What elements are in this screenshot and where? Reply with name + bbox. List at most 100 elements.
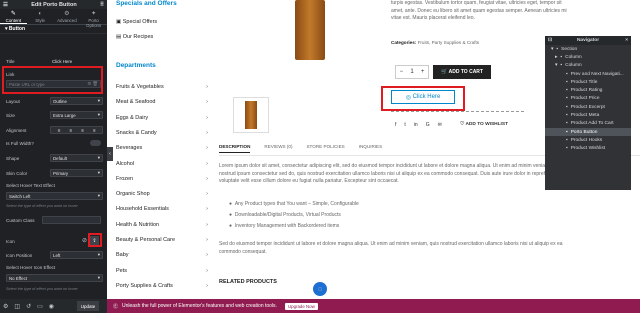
category-item[interactable]: Porty Supplies & Crafts › xyxy=(116,283,208,289)
share-icons[interactable]: f t in G ✉ xyxy=(395,122,442,128)
title-value[interactable]: Click Here xyxy=(50,57,103,65)
category-item[interactable]: Household Essentials › xyxy=(116,206,208,212)
tab-inquiries[interactable]: INQUIRIES xyxy=(359,144,382,153)
navigator-item[interactable]: ▪ Product Add To Cart xyxy=(545,120,631,128)
chevron-right-icon: › xyxy=(206,221,208,228)
product-thumbnail[interactable] xyxy=(233,97,269,133)
history-icon[interactable]: ↺ xyxy=(26,303,31,310)
category-item[interactable]: Baby › xyxy=(116,252,208,258)
category-item[interactable]: Health & Nutrition › xyxy=(116,222,208,228)
category-item[interactable]: Eggs & Dairy › xyxy=(116,115,208,121)
skin-color-label: Skin Color xyxy=(6,170,28,176)
element-icon: ▪ xyxy=(566,146,568,152)
shape-select[interactable]: Default ▾ xyxy=(50,154,103,162)
chevron-right-icon: › xyxy=(206,129,208,136)
add-to-cart-button[interactable]: 🛒 ADD TO CART xyxy=(433,65,491,79)
navigator-item[interactable]: ▸ ▪ Column xyxy=(545,53,631,61)
navigator-item[interactable]: ▪ Product Hooks xyxy=(545,136,631,144)
layers-icon[interactable]: ◫ xyxy=(14,303,20,310)
specials-heading: Specials and Offers xyxy=(116,0,177,7)
close-icon: × xyxy=(625,38,628,43)
star-icon: ✦ xyxy=(91,11,97,17)
tab-porto-options[interactable]: ✦ Porto Options xyxy=(80,9,107,28)
settings-icon[interactable]: ⚙ xyxy=(3,303,8,310)
feature-list: ● Any Product types that You want – Simp… xyxy=(229,199,359,232)
element-icon: ▪ xyxy=(556,46,559,52)
upgrade-button[interactable]: Upgrade Now xyxy=(284,302,318,310)
chevron-right-icon: › xyxy=(206,282,208,289)
tab-reviews[interactable]: REVIEWS (0) xyxy=(264,144,292,153)
google-icon: G xyxy=(425,122,430,128)
hover-text-effect-select[interactable]: Switch Left ▾ xyxy=(6,192,103,200)
navigator-item[interactable]: ▾ ▪ Column xyxy=(545,62,631,70)
tab-advanced[interactable]: ⚙ Advanced xyxy=(54,9,81,24)
button-highlight xyxy=(381,86,465,111)
element-icon: ▪ xyxy=(566,129,568,135)
navigator-item[interactable]: ▪ Product Meta xyxy=(545,111,631,119)
icon-label: Icon xyxy=(6,238,15,244)
category-item[interactable]: Alcohol › xyxy=(116,161,208,167)
category-item[interactable]: Organic Shop › xyxy=(116,191,208,197)
tab-content[interactable]: ✎ Content xyxy=(0,9,27,24)
our-recipes-link[interactable]: ▤ Our Recipes xyxy=(116,34,153,40)
chevron-right-icon: › xyxy=(206,252,208,259)
chevron-right-icon: › xyxy=(206,237,208,243)
ban-icon[interactable]: ⊘ xyxy=(82,237,87,244)
hover-icon-effect-select[interactable]: No Effect ▾ xyxy=(6,274,103,282)
size-select[interactable]: Extra Large ▾ xyxy=(50,111,103,119)
element-icon: ▪ xyxy=(566,79,568,85)
alignment-buttons[interactable]: ≡ ≡ ≡ ≡ xyxy=(50,126,103,134)
icon-position-select[interactable]: Left ▾ xyxy=(50,251,103,259)
quantity-stepper[interactable]: −1 + xyxy=(395,65,429,79)
icon-position-label: Icon Position xyxy=(6,252,33,258)
tree-arrow-icon: ▸ xyxy=(555,54,558,60)
navigator-item[interactable]: ▪ Product Title xyxy=(545,78,631,86)
navigator-item[interactable]: ▪ Product Rating xyxy=(545,86,631,94)
responsive-icon[interactable]: ▭ xyxy=(37,303,43,310)
category-item[interactable]: Beauty & Personal Care › xyxy=(116,237,208,243)
navigator-item[interactable]: ▾ ▪ Section xyxy=(545,45,631,53)
navigator-item[interactable]: ▪ Prev and Next Navigati... xyxy=(545,70,631,78)
navigator-item[interactable]: ▪ Porto Button xyxy=(545,127,631,137)
tab-style[interactable]: ◐ Style xyxy=(27,9,54,24)
element-icon: ▪ xyxy=(566,137,568,143)
chevron-right-icon: › xyxy=(206,160,208,167)
category-item[interactable]: Meat & Seafood › xyxy=(116,99,208,105)
elementor-panel: ☰ Edit Porto Button ⠿ ✎ Content ◐ Style ⚙ A… xyxy=(0,0,107,299)
related-products-heading: RELATED PRODUCTS xyxy=(219,279,277,285)
chevron-down-icon: ▾ xyxy=(97,170,100,175)
wishlist-link[interactable]: ♡ ADD TO WISHLIST xyxy=(460,122,508,127)
custom-class-input[interactable] xyxy=(42,216,101,224)
tab-store-policies[interactable]: STORE POLICIES xyxy=(306,144,344,153)
size-label: Size xyxy=(6,112,15,118)
category-item[interactable]: Fruits & Vegetables › xyxy=(116,84,208,90)
special-offers-link[interactable]: ▣ Special Offers xyxy=(116,19,157,25)
elementor-logo-icon: Ⓔ xyxy=(113,303,119,310)
list-item: ● Inventory Management with Backordered … xyxy=(229,223,340,229)
element-icon: ▪ xyxy=(560,63,563,69)
layout-select[interactable]: Outline ▾ xyxy=(50,97,103,105)
navigator-item[interactable]: ▪ Product Price xyxy=(545,95,631,103)
align-right-icon: ≡ xyxy=(81,127,84,133)
grid-icon[interactable]: ⠿ xyxy=(100,2,104,8)
skin-color-select[interactable]: Primary ▾ xyxy=(50,169,103,177)
align-justify-icon: ≡ xyxy=(92,127,96,133)
category-item[interactable]: Frozen › xyxy=(116,176,208,182)
pencil-icon: ✎ xyxy=(10,11,16,17)
product-short-desc: turpis egestas. Vestibulum tortor quam, … xyxy=(391,0,567,21)
navigator-header[interactable]: ⊡ Navigator × xyxy=(545,36,631,45)
navigator-item[interactable]: ▪ Product Wishlist xyxy=(545,145,631,153)
chevron-down-icon: ▾ xyxy=(97,275,100,280)
chevron-right-icon: › xyxy=(206,145,208,152)
full-width-toggle[interactable] xyxy=(90,140,101,146)
preview-icon[interactable]: ◉ xyxy=(49,303,54,310)
collapse-panel-icon[interactable]: ‹ xyxy=(107,147,113,161)
tab-description[interactable]: DESCRIPTION xyxy=(219,144,251,153)
navigator-item[interactable]: ▪ Product Excerpt xyxy=(545,103,631,111)
chevron-down-icon: ▾ xyxy=(97,193,100,198)
hamburger-icon[interactable]: ☰ xyxy=(3,2,8,8)
update-button[interactable]: Update xyxy=(77,301,99,311)
category-item[interactable]: Snacks & Candy › xyxy=(116,130,208,136)
category-item[interactable]: Pets › xyxy=(116,268,208,274)
category-item[interactable]: Beverages › xyxy=(116,145,208,151)
